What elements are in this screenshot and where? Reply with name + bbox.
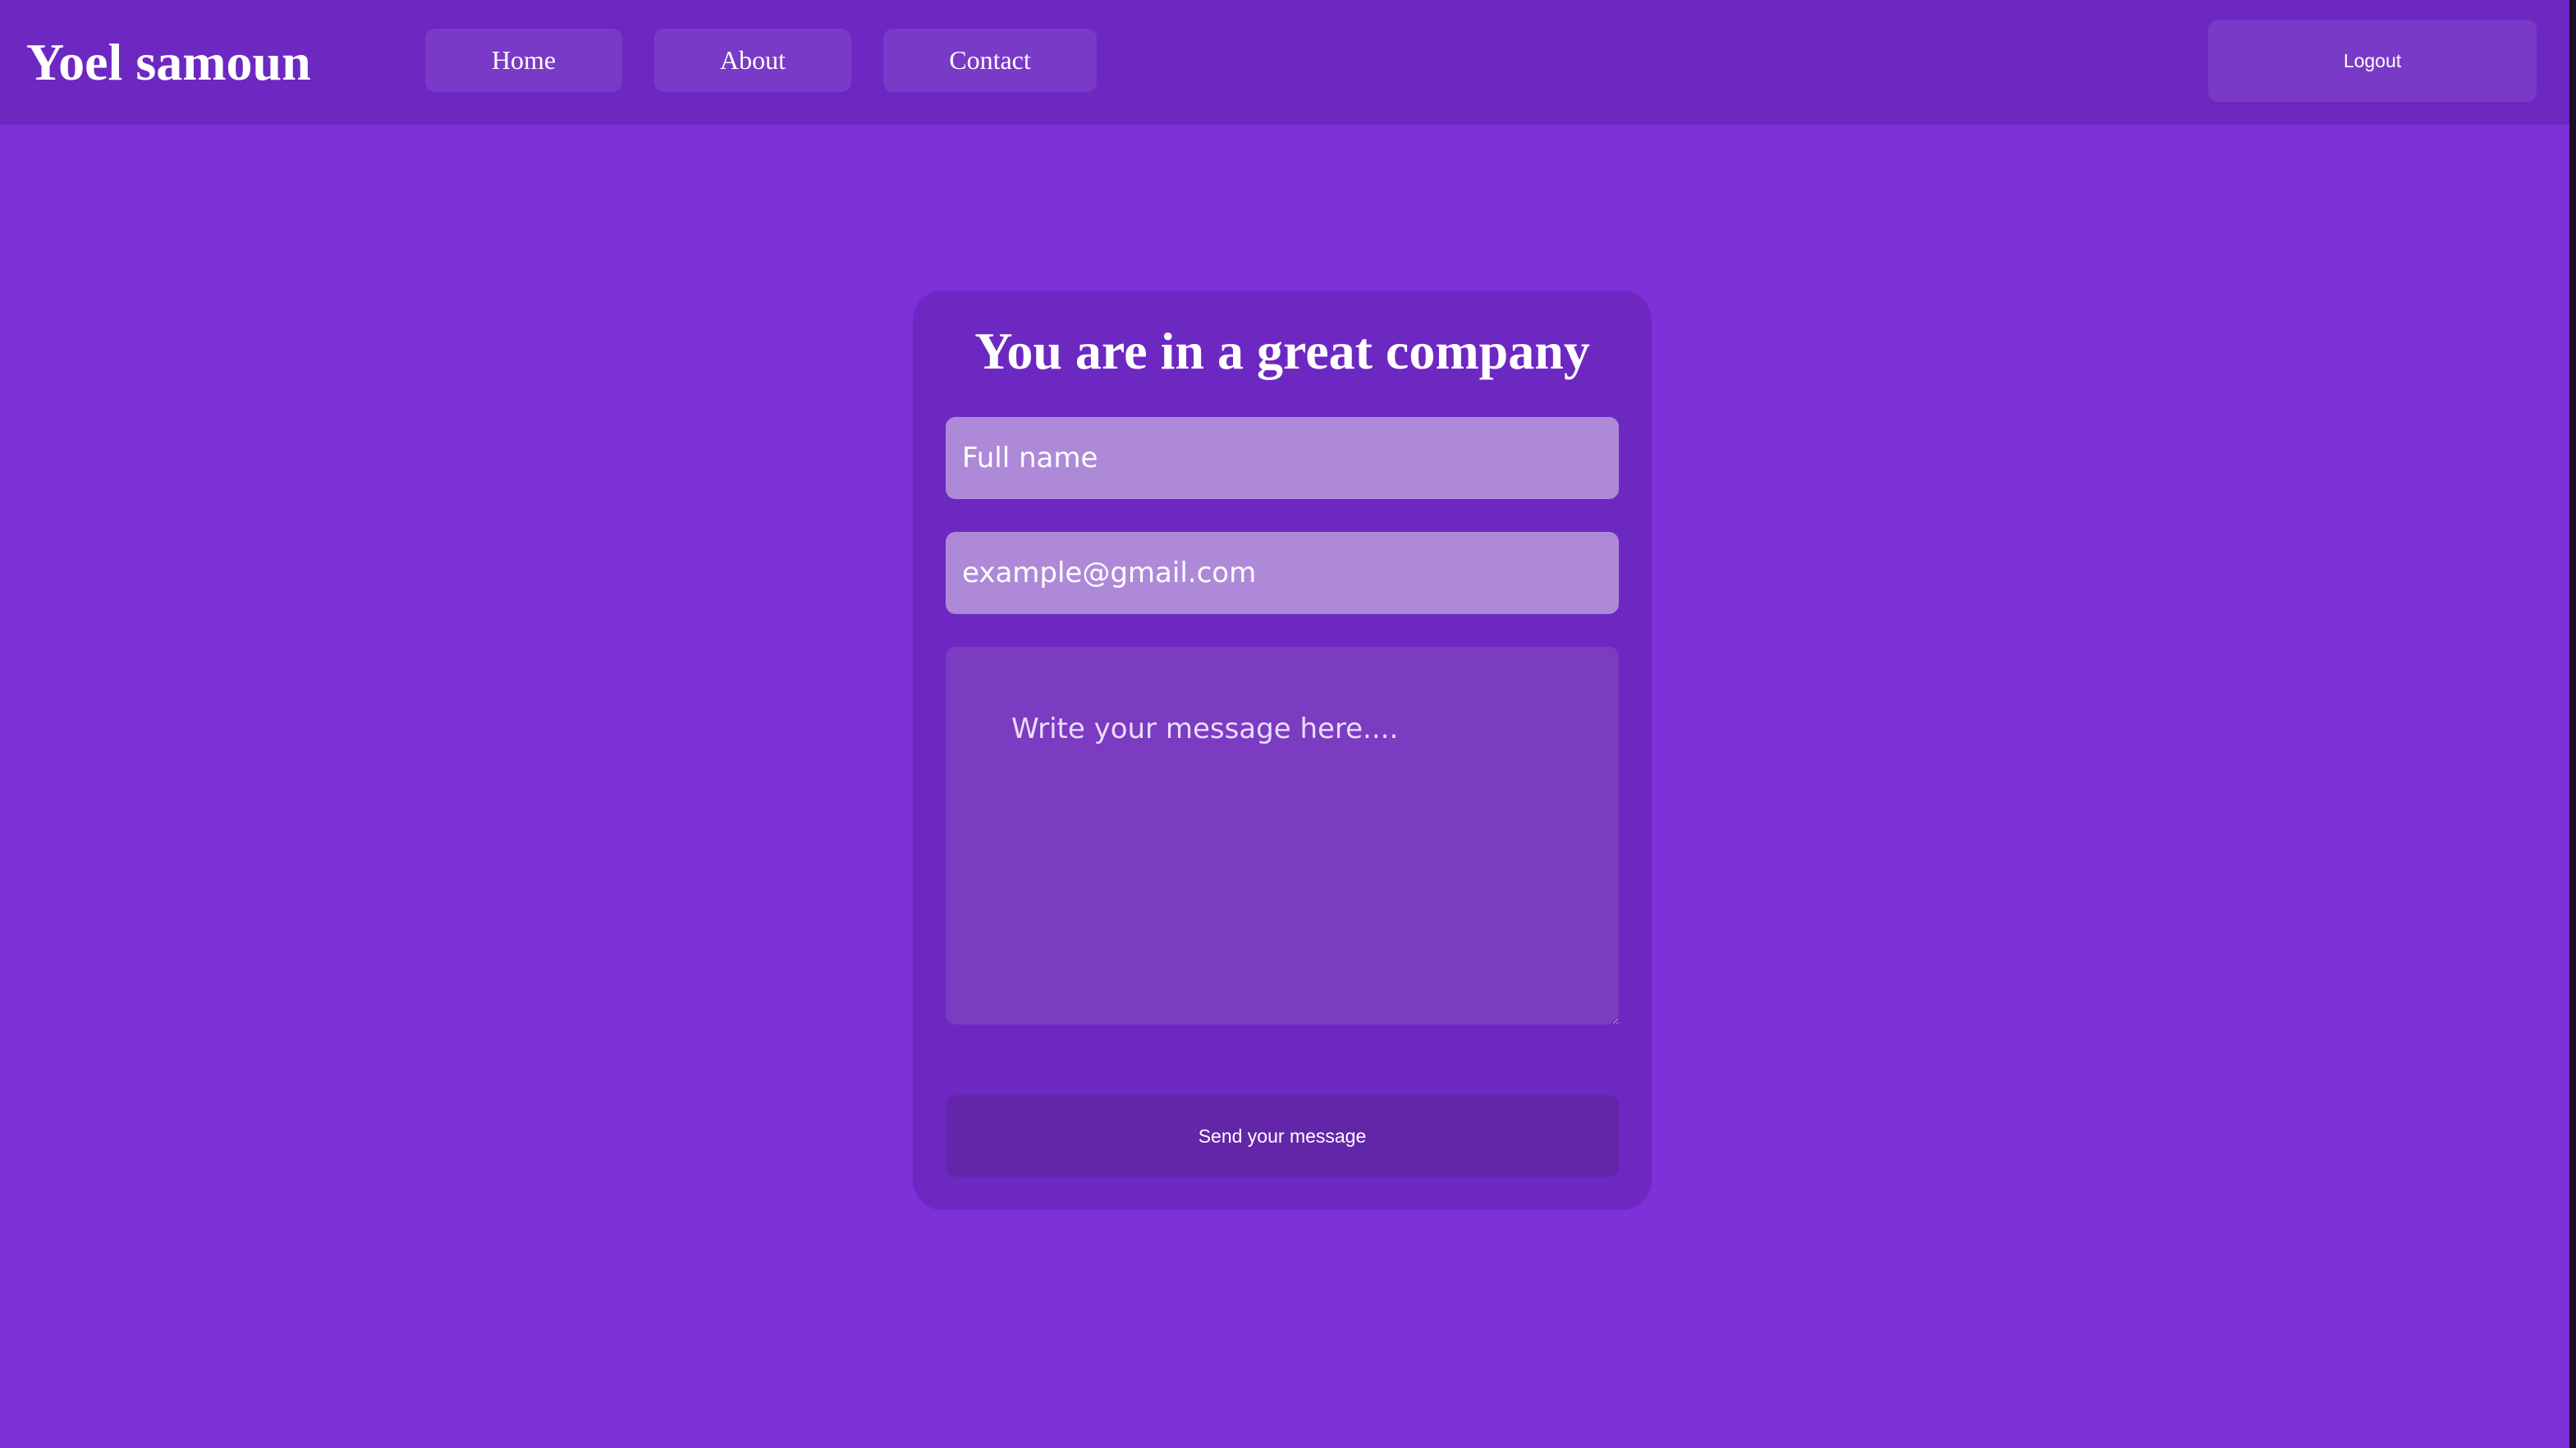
logout-button[interactable]: Logout: [2208, 20, 2537, 102]
nav-contact-button[interactable]: Contact: [883, 29, 1097, 92]
top-navbar: Yoel samoun Home About Contact Logout: [0, 0, 2569, 125]
site-brand: Yoel samoun: [26, 33, 311, 91]
send-message-button[interactable]: Send your message: [946, 1095, 1619, 1177]
nav-home-button[interactable]: Home: [425, 29, 622, 92]
email-input[interactable]: [946, 532, 1619, 614]
nav-about-button[interactable]: About: [654, 29, 851, 92]
full-name-input[interactable]: [946, 417, 1619, 499]
message-textarea[interactable]: [946, 647, 1619, 1024]
contact-form-card: You are in a great company Send your mes…: [913, 291, 1652, 1210]
window-edge: [2569, 0, 2576, 1448]
form-title: You are in a great company: [974, 322, 1590, 380]
